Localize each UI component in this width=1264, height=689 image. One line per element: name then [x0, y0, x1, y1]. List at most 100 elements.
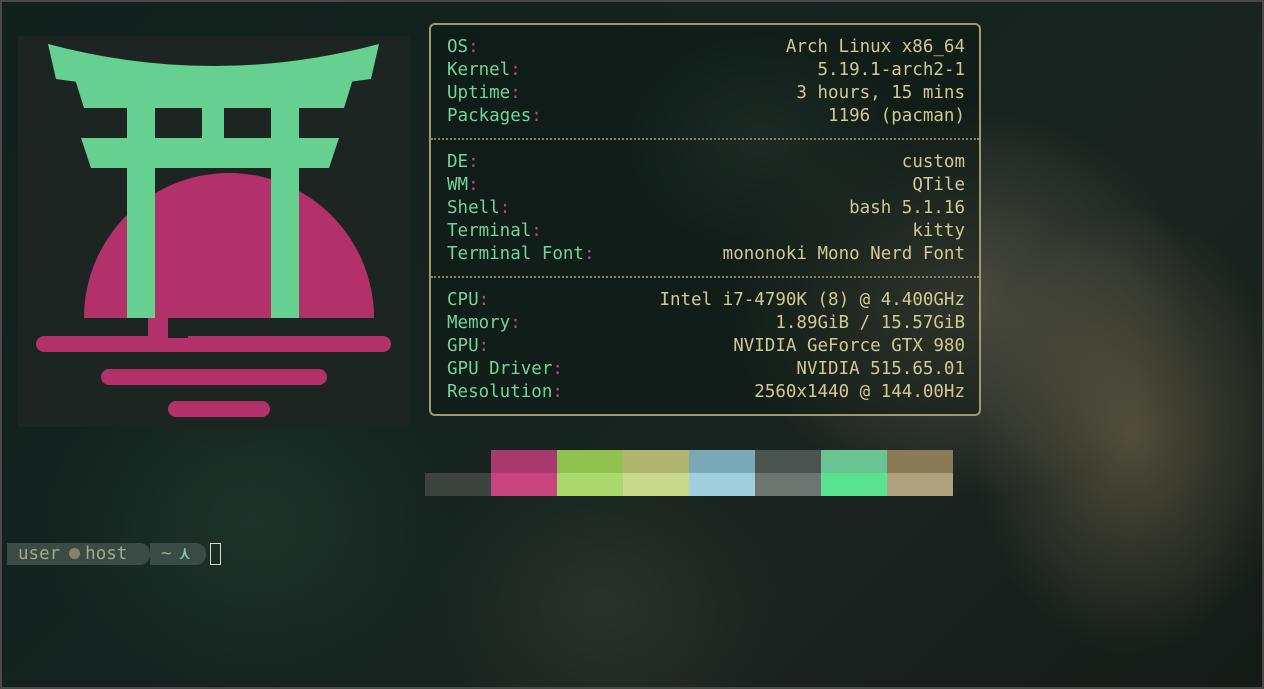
info-key: Terminal:: [447, 220, 542, 243]
info-key-colon: :: [552, 382, 563, 402]
info-key-label: DE: [447, 152, 469, 172]
info-row-packages: Packages: 1196 (pacman): [447, 105, 965, 128]
info-key: OS:: [447, 36, 479, 59]
info-value: 5.19.1-arch2-1: [817, 60, 965, 80]
info-value: Intel i7-4790K (8) @ 4.400GHz: [659, 290, 965, 310]
info-row-terminal-font: Terminal Font: mononoki Mono Nerd Font: [447, 243, 965, 266]
info-value: QTile: [912, 175, 965, 195]
info-key-colon: :: [478, 290, 490, 310]
info-row-os: OS: Arch Linux x86_64: [447, 36, 965, 59]
color-swatch-normal-1: [491, 450, 557, 473]
color-swatch-bright-0: [425, 473, 491, 496]
separator-dot-icon: [69, 548, 81, 559]
color-swatch-bright-5: [755, 473, 821, 496]
info-key: WM:: [447, 174, 479, 197]
info-key-colon: :: [499, 198, 511, 218]
torii-gate-icon: [36, 44, 391, 417]
info-key: Kernel:: [447, 59, 521, 82]
info-value: NVIDIA 515.65.01: [796, 359, 965, 379]
color-swatch-normal-2: [557, 450, 623, 473]
color-swatch-normal-5: [755, 450, 821, 473]
info-key: DE:: [447, 151, 479, 174]
info-key-colon: :: [531, 221, 542, 241]
color-swatch-bright-1: [491, 473, 557, 496]
info-key: Terminal Font:: [447, 243, 595, 266]
info-value: Arch Linux x86_64: [785, 37, 965, 57]
color-swatch-normal-6: [821, 450, 887, 473]
color-swatch-normal-7: [887, 450, 953, 473]
section-divider: [431, 276, 979, 278]
info-key: Resolution:: [447, 381, 563, 404]
terminal-window[interactable]: OS: Arch Linux x86_64 Kernel: 5.19.1-arch2-…: [0, 0, 1264, 689]
info-row-uptime: Uptime: 3 hours, 15 mins: [447, 82, 965, 105]
info-key-colon: :: [510, 83, 521, 103]
prompt-user: user: [18, 544, 61, 564]
prompt-host: host: [85, 544, 128, 564]
info-row-kernel: Kernel: 5.19.1-arch2-1: [447, 59, 965, 82]
prompt-user-host: user host: [7, 543, 150, 565]
info-value: 1.89GiB / 15.57GiB: [775, 313, 965, 333]
info-row-memory: Memory: 1.89GiB / 15.57GiB: [447, 312, 965, 335]
prompt-directory: ~ ⋏: [150, 543, 206, 565]
info-key-colon: :: [583, 244, 595, 264]
info-value: 1196 (pacman): [828, 106, 965, 126]
info-row-resolution: Resolution: 2560x1440 @ 144.00Hz: [447, 381, 965, 404]
gate-pillar: [271, 108, 299, 318]
gate-post: [202, 108, 224, 138]
color-palette: [425, 450, 953, 496]
info-key-label: WM: [447, 175, 469, 195]
system-info-box: OS: Arch Linux x86_64 Kernel: 5.19.1-arch2-…: [429, 23, 981, 416]
info-key-label: GPU: [447, 336, 479, 356]
text-cursor[interactable]: [210, 543, 221, 565]
info-row-terminal: Terminal: kitty: [447, 220, 965, 243]
color-swatch-bright-4: [689, 473, 755, 496]
info-key-label: Resolution: [447, 382, 553, 402]
info-key-label: Packages: [447, 106, 532, 126]
info-key-label: Kernel: [447, 60, 511, 80]
info-row-de: DE: custom: [447, 151, 965, 174]
section-divider: [431, 138, 979, 140]
info-key-label: Terminal: [447, 221, 532, 241]
info-value: 2560x1440 @ 144.00Hz: [754, 382, 965, 402]
info-key: CPU:: [447, 289, 489, 312]
info-key: Packages:: [447, 105, 542, 128]
info-key-label: GPU Driver: [447, 359, 553, 379]
info-key-colon: :: [531, 106, 542, 126]
water-line: [101, 369, 327, 385]
info-key-colon: :: [478, 336, 490, 356]
gate-beam: [75, 79, 353, 108]
info-key-colon: :: [552, 359, 563, 379]
info-key-colon: :: [468, 37, 479, 57]
water-line: [36, 336, 391, 352]
info-value: bash 5.1.16: [849, 198, 965, 218]
info-key-label: CPU: [447, 290, 479, 310]
info-key-label: Terminal Font: [447, 244, 584, 264]
prompt-arrow-icon: ⋏: [179, 544, 191, 564]
info-key-label: Memory: [447, 313, 511, 333]
info-key-label: Uptime: [447, 83, 511, 103]
info-row-cpu: CPU: Intel i7-4790K (8) @ 4.400GHz: [447, 289, 965, 312]
info-value: NVIDIA GeForce GTX 980: [733, 336, 965, 356]
distro-logo: [18, 36, 409, 427]
info-key-colon: :: [510, 60, 521, 80]
color-swatch-bright-3: [623, 473, 689, 496]
info-key-colon: :: [468, 152, 479, 172]
color-swatch-normal-3: [623, 450, 689, 473]
color-swatch-normal-0: [425, 450, 491, 473]
color-swatch-bright-6: [821, 473, 887, 496]
info-key: Shell:: [447, 197, 510, 220]
info-key-colon: :: [510, 313, 521, 333]
color-swatch-normal-4: [689, 450, 755, 473]
info-key: Uptime:: [447, 82, 521, 105]
info-key-label: OS: [447, 37, 469, 57]
gate-beam: [81, 138, 339, 168]
water-line: [168, 401, 270, 417]
info-key-label: Shell: [447, 198, 500, 218]
info-value: custom: [901, 152, 965, 172]
info-row-gpu-driver: GPU Driver: NVIDIA 515.65.01: [447, 358, 965, 381]
color-swatch-bright-7: [887, 473, 953, 496]
color-swatch-bright-2: [557, 473, 623, 496]
prompt-dir: ~: [161, 544, 172, 564]
info-key: GPU:: [447, 335, 489, 358]
info-key-colon: :: [468, 175, 479, 195]
